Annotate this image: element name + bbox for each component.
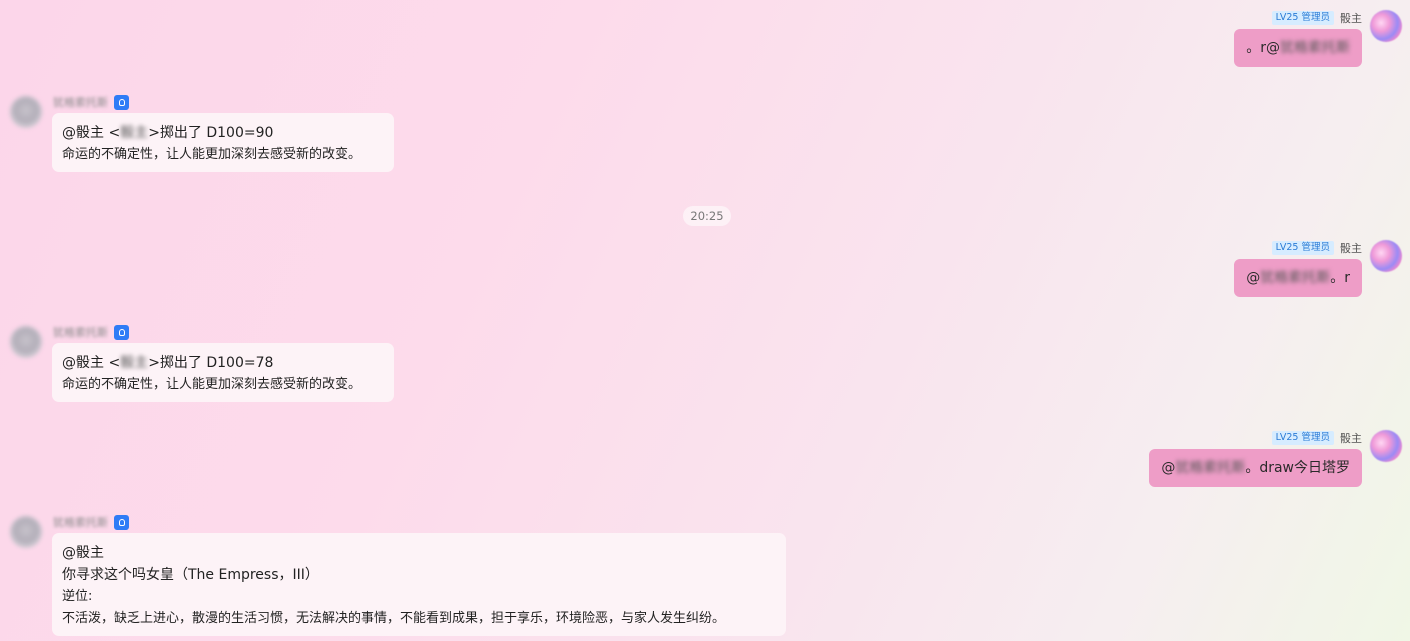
bot-avatar[interactable] xyxy=(10,96,42,128)
blurred-name: 骰主 xyxy=(120,125,149,141)
message-line: 命运的不确定性，让人能更加深刻去感受新的改变。 xyxy=(62,377,362,392)
blurred-mention: 犹格索托斯 xyxy=(1280,40,1350,56)
bot-icon xyxy=(114,514,129,530)
message-text: @ xyxy=(1161,460,1176,476)
message-line: @骰主 <骰主>掷出了 D100=90 xyxy=(62,125,274,141)
bot-name-row: 犹格索托斯 xyxy=(53,324,129,340)
message-bubble[interactable]: @骰主 你寻求这个吗女皇（The Empress，III） 逆位: 不活泼，缺乏… xyxy=(52,533,786,636)
bot-name: 犹格索托斯 xyxy=(53,516,108,529)
avatar[interactable] xyxy=(1370,240,1402,272)
sender-name: 骰主 xyxy=(1340,12,1362,25)
message-line: 你寻求这个吗女皇（The Empress，III） xyxy=(62,567,319,583)
bot-name-row: 犹格索托斯 xyxy=(53,514,129,530)
message-text: 。r@ xyxy=(1246,40,1280,56)
message-text: @ xyxy=(1246,270,1261,286)
message-line: 不活泼，缺乏上进心，散漫的生活习惯，无法解决的事情，不能看到成果，担于享乐，环境… xyxy=(62,611,726,626)
message-line: 逆位: xyxy=(62,589,93,604)
sender-meta: LV25 管理员 骰主 xyxy=(1271,10,1362,26)
avatar[interactable] xyxy=(1370,430,1402,462)
message-bubble[interactable]: @犹格索托斯。r xyxy=(1234,259,1362,297)
bot-avatar[interactable] xyxy=(10,326,42,358)
sender-name: 骰主 xyxy=(1340,432,1362,445)
sender-meta: LV25 管理员 骰主 xyxy=(1271,240,1362,256)
level-badge: LV25 管理员 xyxy=(1271,431,1334,445)
message-bubble[interactable]: @骰主 <骰主>掷出了 D100=78 命运的不确定性，让人能更加深刻去感受新的… xyxy=(52,343,394,402)
bot-avatar[interactable] xyxy=(10,516,42,548)
level-badge: LV25 管理员 xyxy=(1271,11,1334,25)
message-line: @骰主 <骰主>掷出了 D100=78 xyxy=(62,355,274,371)
message-line: 命运的不确定性，让人能更加深刻去感受新的改变。 xyxy=(62,147,362,162)
blurred-mention: 犹格索托斯 xyxy=(1260,270,1331,286)
bot-icon xyxy=(114,324,129,340)
blurred-name: 骰主 xyxy=(120,355,149,371)
time-divider: 20:25 xyxy=(683,206,731,226)
message-bubble[interactable]: @骰主 <骰主>掷出了 D100=90 命运的不确定性，让人能更加深刻去感受新的… xyxy=(52,113,394,172)
sender-name: 骰主 xyxy=(1340,242,1362,255)
level-badge: LV25 管理员 xyxy=(1271,241,1334,255)
bot-icon xyxy=(114,94,129,110)
message-bubble[interactable]: @犹格索托斯。draw今日塔罗 xyxy=(1149,449,1362,487)
bot-name: 犹格索托斯 xyxy=(53,96,108,109)
bot-name: 犹格索托斯 xyxy=(53,326,108,339)
sender-meta: LV25 管理员 骰主 xyxy=(1271,430,1362,446)
bot-name-row: 犹格索托斯 xyxy=(53,94,129,110)
avatar[interactable] xyxy=(1370,10,1402,42)
message-bubble[interactable]: 。r@犹格索托斯 xyxy=(1234,29,1362,67)
message-line: @骰主 xyxy=(62,545,104,561)
blurred-mention: 犹格索托斯 xyxy=(1175,460,1246,476)
